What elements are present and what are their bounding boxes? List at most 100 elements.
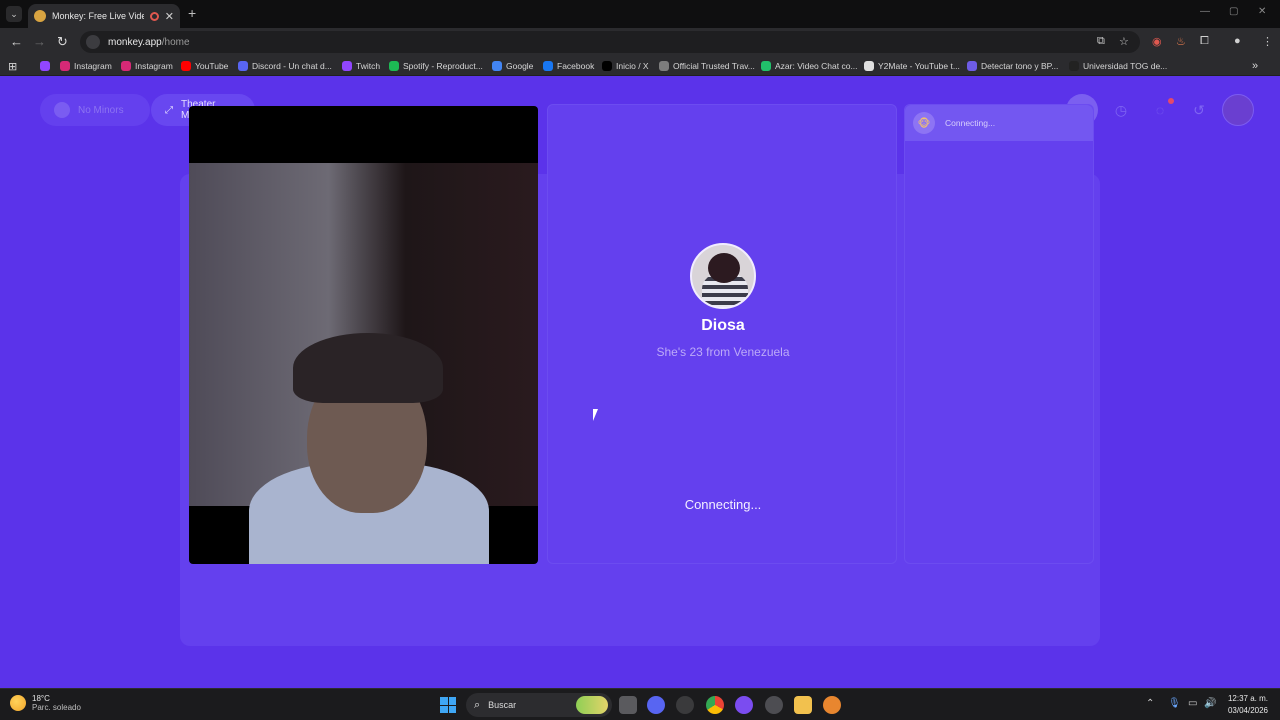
minimize-icon[interactable]: — — [1200, 6, 1210, 17]
maximize-icon[interactable]: ▢ — [1229, 6, 1238, 17]
obs-app-icon[interactable] — [676, 696, 694, 714]
bookmark-youtube[interactable]: YouTube — [181, 59, 228, 73]
browser-tab-monkey[interactable]: Monkey: Free Live Video Ch ✕ — [28, 4, 180, 28]
match-name: Diosa — [701, 317, 745, 334]
volume-icon[interactable]: 🔊 — [1204, 698, 1216, 709]
youtube-icon — [181, 61, 191, 71]
bookmark-instagram-1[interactable]: Instagram — [60, 59, 112, 73]
purple-app-icon[interactable] — [735, 696, 753, 714]
tab-search-button[interactable]: ⌄ — [6, 6, 22, 22]
microphone-icon[interactable]: 🎙 — [1168, 698, 1181, 709]
url-host: monkey.app — [108, 36, 162, 48]
settings-gear-icon[interactable] — [765, 696, 783, 714]
temperature: 18°C — [32, 694, 50, 703]
browser-toolbar: ← → ↻ monkey.app /home ⧉ ☆ ◉ ♨ ⧠ ● ⋮ — [0, 28, 1280, 56]
no-minors-label: No Minors — [78, 104, 124, 116]
webcam-person-cap — [293, 333, 443, 403]
globe-icon — [659, 61, 669, 71]
new-tab-button[interactable]: + — [188, 5, 196, 21]
chat-header: 🐵 Connecting... — [905, 105, 1093, 141]
file-explorer-icon[interactable] — [794, 696, 812, 714]
forward-arrow-icon[interactable]: → — [33, 34, 46, 49]
close-tab-icon[interactable]: ✕ — [165, 10, 174, 23]
spotify-icon — [389, 61, 399, 71]
task-view-icon[interactable] — [619, 696, 637, 714]
bookmark-twitch[interactable]: Twitch — [342, 59, 380, 73]
bookmark-google[interactable]: Google — [492, 59, 533, 73]
messages-button[interactable]: ◌ — [1144, 94, 1176, 126]
menu-kebab-icon[interactable]: ⋮ — [1262, 35, 1273, 48]
v-icon — [967, 61, 977, 71]
bookmark-universidad[interactable]: Universidad TOG de... — [1069, 59, 1167, 73]
toggle-knob-icon — [54, 102, 70, 118]
fl-studio-icon[interactable] — [823, 696, 841, 714]
bookmark-instagram-2[interactable]: Instagram — [121, 59, 173, 73]
match-avatar — [690, 243, 756, 309]
bookmark-spotify[interactable]: Spotify - Reproduct... — [389, 59, 483, 73]
sun-icon — [10, 695, 26, 711]
match-card: Diosa She's 23 from Venezuela Connecting… — [547, 104, 897, 564]
chrome-app-icon[interactable] — [706, 696, 724, 714]
system-clock[interactable]: 12:37 a. m. 03/04/2026 — [1228, 693, 1268, 717]
chat-bubble-icon: ◌ — [1155, 102, 1165, 118]
monkey-icon: 🐵 — [913, 112, 935, 134]
chat-status: Connecting... — [945, 118, 996, 128]
browser-tabstrip: ⌄ Monkey: Free Live Video Ch ✕ + — ▢ ✕ — [0, 0, 1280, 28]
taskbar-search[interactable]: ⌕ Buscar — [466, 693, 612, 717]
bookmark-detectar-tono[interactable]: Detectar tono y BP... — [967, 59, 1058, 73]
text-chat-panel: 🐵 Connecting... — [904, 104, 1094, 564]
bookmark-trusted-travel[interactable]: Official Trusted Trav... — [659, 59, 755, 73]
address-bar[interactable]: monkey.app /home — [80, 31, 1140, 53]
y2mate-icon — [864, 61, 874, 71]
match-subtitle: She's 23 from Venezuela — [656, 345, 790, 359]
bookmark-icon[interactable] — [40, 59, 50, 73]
profile-avatar-icon[interactable]: ● — [1234, 35, 1241, 47]
instagram-icon — [121, 61, 131, 71]
search-highlight-icon — [576, 696, 608, 714]
back-arrow-icon[interactable]: ← — [10, 34, 23, 49]
start-button[interactable] — [440, 697, 456, 713]
history-button[interactable]: ◷ — [1105, 94, 1137, 126]
avatar-hair — [708, 253, 740, 283]
monkey-favicon-icon — [34, 10, 46, 22]
site-info-icon[interactable] — [86, 35, 100, 49]
reload-icon[interactable]: ↻ — [57, 34, 68, 50]
network-icon[interactable]: ▭ — [1188, 698, 1197, 709]
windows-taskbar: 18°C Parc. soleado ⌕ Buscar ⌃ 🎙 ▭ 🔊 12:3… — [0, 688, 1280, 720]
tray-chevron-up-icon[interactable]: ⌃ — [1146, 698, 1154, 709]
connecting-status: Connecting... — [684, 497, 762, 512]
extension-flame-icon[interactable]: ♨ — [1176, 35, 1186, 48]
instagram-icon — [60, 61, 70, 71]
install-app-icon[interactable]: ⧉ — [1097, 35, 1105, 48]
extension-shield-icon[interactable]: ◉ — [1152, 35, 1162, 48]
recording-icon — [149, 11, 159, 21]
user-avatar[interactable] — [1222, 94, 1254, 126]
azar-icon — [761, 61, 771, 71]
google-icon — [492, 61, 502, 71]
rewind-button[interactable]: ↺ — [1183, 94, 1215, 126]
facebook-icon — [543, 61, 553, 71]
bookmark-star-icon[interactable]: ☆ — [1119, 35, 1129, 48]
bookmarks-bar: ⊞ Instagram Instagram YouTube Discord - … — [0, 56, 1280, 76]
extensions-puzzle-icon[interactable]: ⧠ — [1200, 35, 1209, 48]
search-icon: ⌕ — [474, 698, 481, 711]
self-video-feed — [189, 106, 538, 564]
apps-grid-icon[interactable]: ⊞ — [8, 59, 17, 73]
more-bookmarks-icon[interactable]: » — [1252, 59, 1258, 73]
bookmark-facebook[interactable]: Facebook — [543, 59, 594, 73]
bookmark-x[interactable]: Inicio / X — [602, 59, 649, 73]
bookmark-y2mate[interactable]: Y2Mate - YouTube t... — [864, 59, 960, 73]
url-path: /home — [161, 36, 190, 48]
clock-date: 03/04/2026 — [1227, 706, 1268, 715]
weather-description: Parc. soleado — [32, 703, 81, 712]
bookmark-discord[interactable]: Discord - Un chat d... — [238, 59, 332, 73]
close-window-icon[interactable]: ✕ — [1258, 6, 1266, 17]
bookmark-azar[interactable]: Azar: Video Chat co... — [761, 59, 858, 73]
weather-widget[interactable]: 18°C Parc. soleado — [10, 694, 81, 712]
no-minors-toggle[interactable]: No Minors — [40, 94, 150, 126]
twitch-icon — [342, 61, 352, 71]
clock-time: 12:37 a. m. — [1227, 694, 1268, 703]
discord-icon — [238, 61, 248, 71]
expand-icon: ⤢ — [165, 104, 173, 116]
discord-app-icon[interactable] — [647, 696, 665, 714]
